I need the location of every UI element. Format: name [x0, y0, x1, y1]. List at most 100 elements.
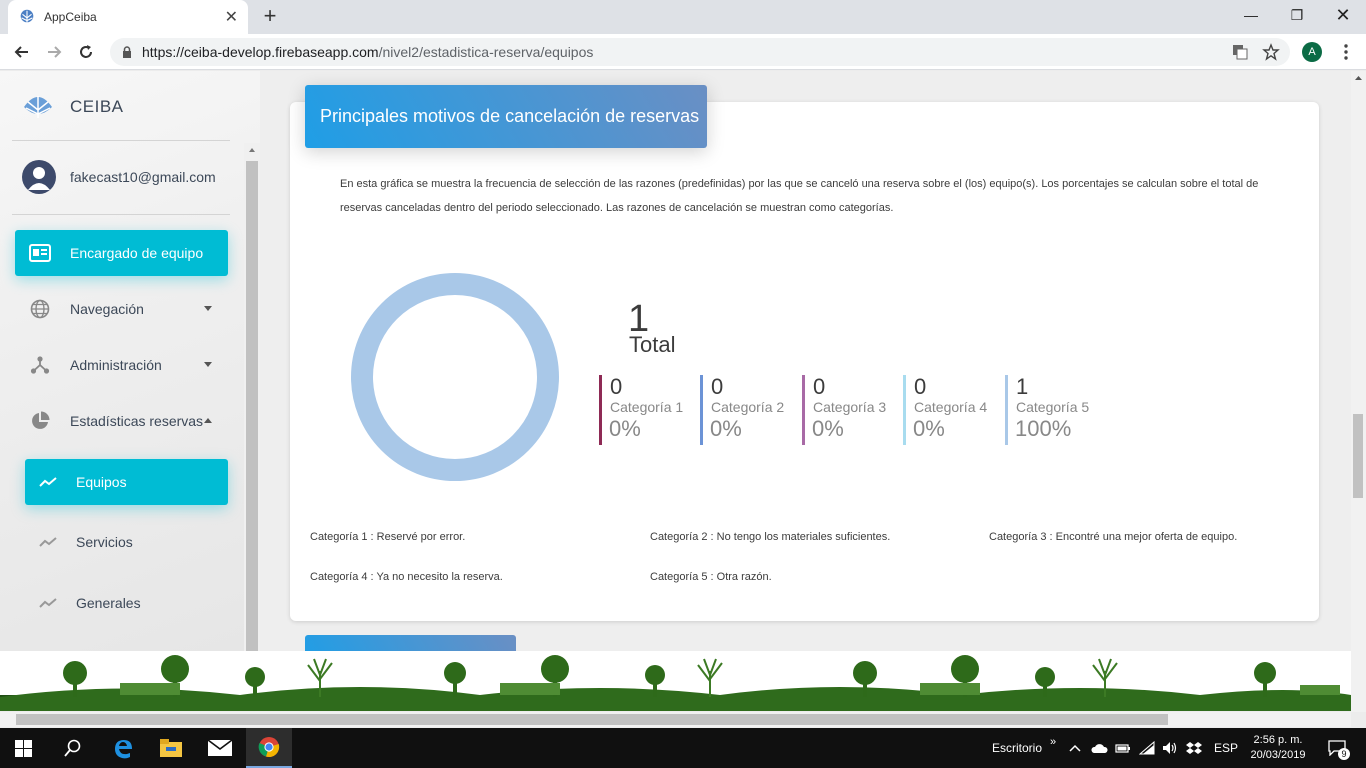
category-name: Categoría 4: [914, 399, 988, 415]
tab-title: AppCeiba: [44, 10, 97, 24]
search-icon: [64, 739, 81, 757]
more-menu-icon[interactable]: [1336, 42, 1356, 62]
nav-item-administracion[interactable]: Administración: [15, 342, 228, 388]
forward-button[interactable]: [42, 40, 66, 64]
brand-name: CEIBA: [70, 97, 124, 116]
toolbar-expand-icon[interactable]: »: [1046, 722, 1060, 762]
mail-icon: [208, 740, 232, 756]
nav-item-estadisticas-reservas[interactable]: Estadísticas reservas: [15, 398, 228, 444]
category-percent: 100%: [1015, 416, 1072, 441]
close-window-button[interactable]: ✕: [1320, 0, 1366, 30]
network-icon: [28, 353, 52, 377]
system-clock[interactable]: 2:56 p. m. 20/03/2019: [1246, 728, 1310, 768]
lock-icon: [123, 46, 131, 58]
onedrive-cloud-icon[interactable]: [1088, 728, 1110, 768]
user-avatar-icon: [22, 160, 56, 194]
show-hidden-icons-icon[interactable]: [1066, 728, 1084, 768]
category-value: 0: [914, 374, 927, 399]
minimize-button[interactable]: —: [1228, 0, 1274, 30]
trending-icon: [39, 537, 59, 547]
nav-label: Administración: [70, 357, 162, 373]
arrow-right-icon: [48, 46, 62, 58]
pie-chart-icon: [28, 409, 52, 433]
translate-icon[interactable]: [1232, 44, 1248, 60]
dropbox-icon[interactable]: [1184, 728, 1204, 768]
browser-tab[interactable]: AppCeiba ✕: [8, 0, 248, 34]
horizontal-scroll-thumb[interactable]: [16, 714, 1168, 725]
category-value: 0: [813, 374, 826, 399]
brand[interactable]: CEIBA: [22, 93, 124, 121]
sidebar-scrollbar[interactable]: [244, 143, 260, 651]
category-name: Categoría 2: [711, 399, 785, 415]
globe-icon: [28, 297, 52, 321]
new-tab-button[interactable]: +: [258, 4, 282, 28]
reload-button[interactable]: [74, 40, 98, 64]
chrome-icon: [258, 737, 280, 758]
legend-category-1: Categoría 1 : Reservé por error.: [310, 531, 466, 543]
caret-up-icon: [204, 418, 212, 423]
user-email: fakecast10@gmail.com: [70, 169, 216, 185]
user-profile[interactable]: fakecast10@gmail.com: [22, 160, 216, 194]
battery-icon[interactable]: [1113, 728, 1133, 768]
subnav-label: Generales: [76, 595, 141, 611]
action-center-button[interactable]: 9: [1322, 728, 1352, 768]
card-description: En esta gráfica se muestra la frecuencia…: [340, 178, 1259, 214]
browser-toolbar: https://ceiba-develop.firebaseapp.com/ni…: [0, 34, 1366, 70]
landscape-footer: [0, 651, 1351, 711]
subnav-label: Servicios: [76, 534, 133, 550]
landscape-illustration: [0, 655, 1351, 711]
horizontal-scrollbar[interactable]: [0, 712, 1351, 727]
category-percent: 0%: [913, 416, 945, 441]
restore-button[interactable]: ❐: [1274, 0, 1320, 30]
file-explorer-taskbar-button[interactable]: [148, 728, 194, 768]
category-name: Categoría 3: [813, 399, 887, 415]
desktop-toolbar-label[interactable]: Escritorio: [992, 728, 1042, 768]
url-host: https://ceiba-develop.firebaseapp.com: [142, 44, 379, 60]
address-bar[interactable]: https://ceiba-develop.firebaseapp.com/ni…: [110, 38, 1290, 66]
clock-date: 20/03/2019: [1250, 749, 1306, 761]
nav-item-navegacion[interactable]: Navegación: [15, 286, 228, 332]
edge-taskbar-button[interactable]: [100, 728, 146, 768]
legend-category-4: Categoría 4 : Ya no necesito la reserva.: [310, 571, 503, 583]
page-scrollbar[interactable]: [1351, 71, 1366, 712]
category-stat-1: 0 Categoría 1 0%: [599, 375, 699, 445]
donut-slice-5: [351, 273, 559, 481]
page-scroll-thumb[interactable]: [1353, 414, 1363, 498]
category-value: 0: [610, 374, 623, 399]
id-card-icon: [28, 241, 52, 265]
mail-taskbar-button[interactable]: [197, 728, 243, 768]
category-percent: 0%: [609, 416, 641, 441]
search-button[interactable]: [50, 728, 96, 768]
clock-time: 2:56 p. m.: [1253, 734, 1303, 746]
wifi-icon[interactable]: [1137, 728, 1157, 768]
subnav-label: Equipos: [76, 474, 127, 490]
bookmark-star-icon[interactable]: [1262, 43, 1280, 61]
close-tab-icon[interactable]: ✕: [225, 7, 238, 27]
profile-avatar[interactable]: A: [1302, 42, 1322, 62]
legend-category-5: Categoría 5 : Otra razón.: [650, 571, 772, 583]
chrome-taskbar-button[interactable]: [246, 728, 292, 768]
input-language-indicator[interactable]: ESP: [1214, 728, 1238, 768]
category-percent: 0%: [710, 416, 742, 441]
sidebar: CEIBA fakecast10@gmail.com Encargado de …: [0, 71, 260, 651]
scroll-up-arrow-icon[interactable]: [244, 143, 260, 157]
tree-icon: [20, 9, 34, 23]
back-button[interactable]: [10, 40, 34, 64]
subnav-item-generales[interactable]: Generales: [25, 580, 228, 626]
scroll-up-arrow-icon[interactable]: [1351, 71, 1366, 85]
url-path: /nivel2/estadistica-reserva/equipos: [378, 44, 594, 60]
subnav-item-equipos[interactable]: Equipos: [25, 459, 228, 505]
nav-item-encargado-de-equipo[interactable]: Encargado de equipo: [15, 230, 228, 276]
windows-start-button[interactable]: [0, 728, 46, 768]
category-name: Categoría 5: [1016, 399, 1090, 415]
notification-count-badge: 9: [1338, 748, 1350, 760]
cancellation-reasons-card: En esta gráfica se muestra la frecuencia…: [290, 102, 1319, 621]
caret-down-icon: [204, 306, 212, 311]
volume-icon[interactable]: [1160, 728, 1180, 768]
subnav-item-servicios[interactable]: Servicios: [25, 519, 228, 565]
main-content: En esta gráfica se muestra la frecuencia…: [260, 71, 1351, 651]
category-stat-4: 0 Categoría 4 0%: [903, 375, 1003, 445]
sidebar-scroll-thumb[interactable]: [246, 161, 258, 651]
legend-category-2: Categoría 2 : No tengo los materiales su…: [650, 531, 891, 543]
legend-category-3: Categoría 3 : Encontré una mejor oferta …: [989, 531, 1238, 543]
